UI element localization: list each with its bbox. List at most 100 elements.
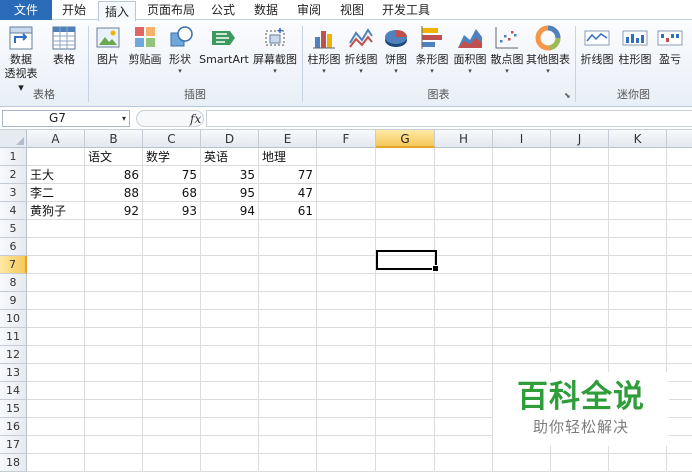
cell-a2[interactable]: 王大 xyxy=(27,166,84,184)
watermark-subtitle: 助你轻松解决 xyxy=(532,418,629,436)
column-header-c[interactable]: C xyxy=(143,130,201,148)
cell-a3[interactable]: 李二 xyxy=(27,184,84,202)
gridline xyxy=(27,345,692,346)
cell-d3[interactable]: 95 xyxy=(201,184,258,202)
cell-b4[interactable]: 92 xyxy=(85,202,142,220)
column-chart-icon xyxy=(313,31,335,49)
column-header-j[interactable]: J xyxy=(551,130,609,148)
cell-e3[interactable]: 47 xyxy=(259,184,316,202)
name-box[interactable]: G7 ▾ xyxy=(2,110,130,127)
column-header-e[interactable]: E xyxy=(259,130,317,148)
table-button[interactable]: 表格 xyxy=(46,23,82,67)
bar-chart-button[interactable]: 条形图 ▾ xyxy=(413,23,451,75)
screenshot-icon xyxy=(265,28,285,46)
row-header-9[interactable]: 9 xyxy=(0,292,27,310)
cell-c1[interactable]: 数学 xyxy=(143,148,200,166)
column-header-k[interactable]: K xyxy=(609,130,667,148)
other-charts-button[interactable]: 其他图表 ▾ xyxy=(525,23,571,75)
row-header-10[interactable]: 10 xyxy=(0,310,27,328)
gridline xyxy=(434,148,435,472)
row-header-11[interactable]: 11 xyxy=(0,328,27,346)
tab-review[interactable]: 审阅 xyxy=(291,0,327,20)
insert-function-icon[interactable]: fx xyxy=(190,111,201,127)
cell-c4[interactable]: 93 xyxy=(143,202,200,220)
tab-file[interactable]: 文件 xyxy=(0,0,52,20)
gridline xyxy=(27,237,692,238)
cell-e2[interactable]: 77 xyxy=(259,166,316,184)
sparkline-winloss-button[interactable]: 盈亏 xyxy=(655,23,685,67)
tab-home[interactable]: 开始 xyxy=(56,0,92,20)
cell-b3[interactable]: 88 xyxy=(85,184,142,202)
screenshot-label: 屏幕截图 xyxy=(253,53,297,66)
pie-chart-button[interactable]: 饼图 ▾ xyxy=(381,23,411,75)
row-header-3[interactable]: 3 xyxy=(0,184,27,202)
cell-d4[interactable]: 94 xyxy=(201,202,258,220)
watermark-logo: 百科全说 助你轻松解决 xyxy=(493,372,669,446)
row-header-18[interactable]: 18 xyxy=(0,454,27,472)
pivot-table-button[interactable]: 数据 透视表▾ xyxy=(4,23,38,95)
cell-e4[interactable]: 61 xyxy=(259,202,316,220)
area-chart-button[interactable]: 面积图 ▾ xyxy=(452,23,488,75)
sparkline-column-button[interactable]: 柱形图 xyxy=(616,23,654,67)
tab-page-layout[interactable]: 页面布局 xyxy=(142,0,200,20)
column-header-h[interactable]: H xyxy=(435,130,493,148)
sparkline-column-label: 柱形图 xyxy=(618,53,652,66)
scatter-chart-button[interactable]: 散点图 ▾ xyxy=(489,23,525,75)
row-header-8[interactable]: 8 xyxy=(0,274,27,292)
select-all-corner[interactable] xyxy=(0,130,27,148)
cell-d1[interactable]: 英语 xyxy=(201,148,258,166)
column-header-a[interactable]: A xyxy=(27,130,85,148)
table-label: 表格 xyxy=(53,53,75,66)
column-header-g[interactable]: G xyxy=(376,130,435,148)
column-header-b[interactable]: B xyxy=(85,130,143,148)
column-header-f[interactable]: F xyxy=(317,130,376,148)
tab-view[interactable]: 视图 xyxy=(334,0,370,20)
row-header-14[interactable]: 14 xyxy=(0,382,27,400)
line-chart-icon xyxy=(349,28,373,48)
cell-c2[interactable]: 75 xyxy=(143,166,200,184)
tab-developer[interactable]: 开发工具 xyxy=(376,0,436,20)
row-header-17[interactable]: 17 xyxy=(0,436,27,454)
chevron-down-icon: ▾ xyxy=(273,67,277,75)
sparkline-line-icon xyxy=(584,30,610,46)
tab-data[interactable]: 数据 xyxy=(248,0,284,20)
cell-d2[interactable]: 35 xyxy=(201,166,258,184)
chevron-down-icon[interactable]: ▾ xyxy=(122,111,126,126)
row-header-2[interactable]: 2 xyxy=(0,166,27,184)
tab-insert[interactable]: 插入 xyxy=(98,1,136,21)
picture-button[interactable]: 图片 xyxy=(92,23,124,67)
column-header-d[interactable]: D xyxy=(201,130,259,148)
cell-e1[interactable]: 地理 xyxy=(259,148,316,166)
clipart-icon xyxy=(135,27,155,47)
column-chart-button[interactable]: 柱形图 ▾ xyxy=(305,23,343,75)
row-header-6[interactable]: 6 xyxy=(0,238,27,256)
sparkline-line-button[interactable]: 折线图 xyxy=(578,23,616,67)
row-header-15[interactable]: 15 xyxy=(0,400,27,418)
row-header-4[interactable]: 4 xyxy=(0,202,27,220)
cell-b1[interactable]: 语文 xyxy=(85,148,142,166)
column-header-i[interactable]: I xyxy=(493,130,551,148)
line-chart-button[interactable]: 折线图 ▾ xyxy=(343,23,379,75)
row-header-16[interactable]: 16 xyxy=(0,418,27,436)
cell-a4[interactable]: 黄狗子 xyxy=(27,202,84,220)
shapes-label: 形状 xyxy=(169,53,191,66)
tab-formulas[interactable]: 公式 xyxy=(205,0,241,20)
chevron-down-icon: ▾ xyxy=(359,67,363,75)
shapes-button[interactable]: 形状 ▾ xyxy=(166,23,194,75)
row-header-12[interactable]: 12 xyxy=(0,346,27,364)
row-header-13[interactable]: 13 xyxy=(0,364,27,382)
active-cell-g7[interactable] xyxy=(376,250,439,272)
row-header-1[interactable]: 1 xyxy=(0,148,27,166)
picture-icon xyxy=(96,27,120,48)
clipart-button[interactable]: 剪贴画 xyxy=(126,23,164,67)
row-header-7[interactable]: 7 xyxy=(0,256,27,274)
formula-input[interactable] xyxy=(206,110,692,127)
screenshot-button[interactable]: 屏幕截图 ▾ xyxy=(251,23,299,75)
row-header-5[interactable]: 5 xyxy=(0,220,27,238)
cell-c3[interactable]: 68 xyxy=(143,184,200,202)
smartart-button[interactable]: SmartArt xyxy=(198,23,250,67)
chevron-down-icon: ▾ xyxy=(430,67,434,75)
smartart-icon xyxy=(212,31,235,45)
bar-chart-icon xyxy=(421,26,442,49)
cell-b2[interactable]: 86 xyxy=(85,166,142,184)
